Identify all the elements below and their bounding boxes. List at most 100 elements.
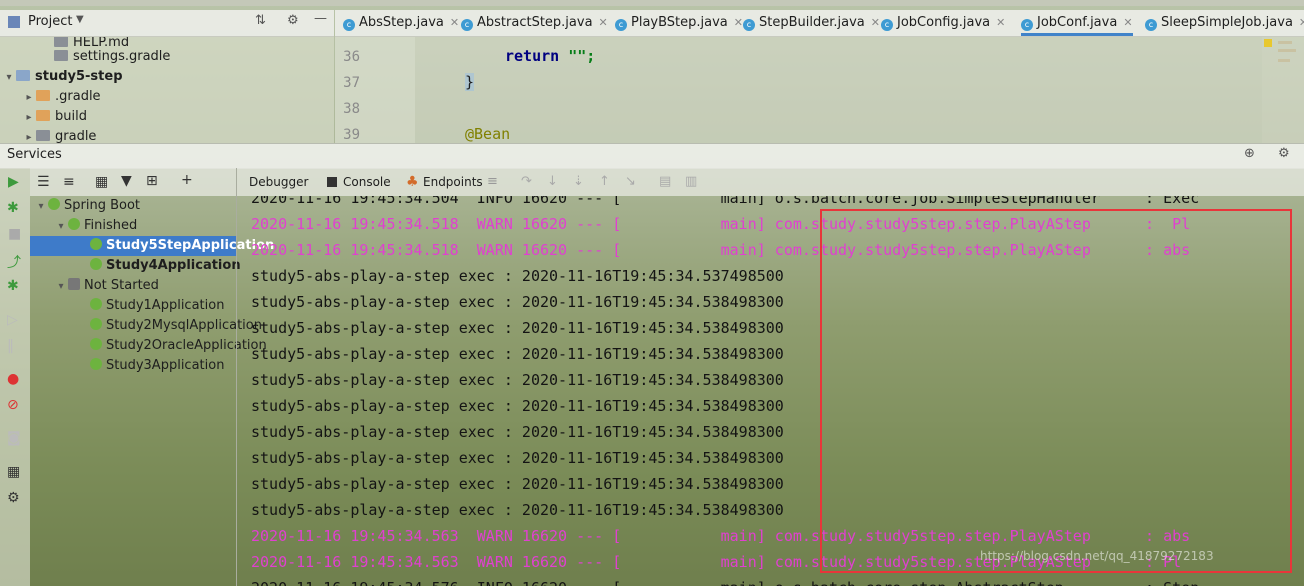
step-out-icon[interactable]: ↑ bbox=[599, 174, 610, 189]
project-panel-header: Project ▼ ⇅ ⚙ — bbox=[0, 10, 334, 37]
chevron-right-icon[interactable]: ▸ bbox=[22, 88, 36, 108]
error-stripe bbox=[1262, 37, 1304, 143]
line-number: 37 bbox=[343, 75, 360, 91]
tab-console[interactable]: Console bbox=[343, 168, 391, 196]
folder-icon bbox=[36, 130, 50, 141]
service-tree-item[interactable]: ▾ Finished bbox=[30, 216, 236, 236]
run-icon[interactable]: ▶ bbox=[8, 174, 19, 190]
service-tree-item[interactable]: Study4Application bbox=[30, 256, 241, 276]
chevron-right-icon[interactable]: ▸ bbox=[22, 128, 36, 143]
project-tree-label: study5-step bbox=[35, 69, 123, 84]
console-line: study5-abs-play-a-step exec : 2020-11-16… bbox=[251, 293, 784, 311]
service-tree-item[interactable]: Study1Application bbox=[30, 296, 236, 316]
group-by-icon[interactable]: ▦ bbox=[95, 174, 108, 190]
code-line[interactable]: } bbox=[465, 73, 475, 91]
services-toolbar: ☰ ≡ ▦ ▼ ⊞ + bbox=[30, 168, 236, 196]
editor-tab[interactable]: c JobConf.java ✕ bbox=[1021, 10, 1133, 36]
chevron-right-icon[interactable]: ▸ bbox=[22, 108, 36, 128]
service-tree-item[interactable]: Study5StepApplication bbox=[30, 236, 274, 256]
code-line[interactable]: return ""; bbox=[505, 47, 595, 65]
service-tree-item[interactable]: Study2OracleApplication bbox=[30, 336, 267, 356]
close-icon[interactable]: ✕ bbox=[734, 16, 743, 29]
editor-tab-label: SleepSimpleJob.java bbox=[1161, 15, 1293, 30]
service-tree-item[interactable]: ▾ Spring Boot bbox=[30, 196, 236, 216]
rerun-icon[interactable]: ⤴ bbox=[7, 252, 21, 272]
run-to-cursor-icon[interactable]: ↘ bbox=[625, 174, 636, 189]
editor-tab[interactable]: c SleepSimpleJob.java ✕ bbox=[1145, 10, 1304, 36]
chevron-down-icon[interactable]: ▼ bbox=[76, 14, 84, 25]
editor-tab[interactable]: c StepBuilder.java ✕ bbox=[743, 10, 880, 36]
pause-icon[interactable]: ‖ bbox=[7, 338, 14, 354]
camera-icon[interactable]: ◙ bbox=[7, 430, 21, 446]
rerun-debug-icon[interactable]: ✱ bbox=[7, 278, 19, 294]
console-line: study5-abs-play-a-step exec : 2020-11-16… bbox=[251, 345, 784, 363]
service-tree-label: Spring Boot bbox=[64, 198, 141, 213]
project-icon bbox=[8, 16, 20, 28]
collapse-icon[interactable]: ⇅ bbox=[255, 13, 266, 28]
minimize-icon[interactable]: — bbox=[314, 11, 327, 26]
collapse-all-icon[interactable]: ≡ bbox=[63, 174, 75, 190]
project-tree-item[interactable]: ▾ study5-step bbox=[2, 67, 123, 88]
new-tab-icon[interactable]: ⊞ bbox=[146, 173, 158, 189]
console-line: study5-abs-play-a-step exec : 2020-11-16… bbox=[251, 501, 784, 519]
close-icon[interactable]: ✕ bbox=[1299, 16, 1304, 29]
editor-tab-label: JobConfig.java bbox=[897, 15, 991, 30]
gear-icon[interactable]: ⚙ bbox=[287, 13, 299, 28]
editor-area[interactable]: 36 return ""; 37} 38 39 @Bean bbox=[343, 37, 1262, 143]
chevron-down-icon[interactable]: ▾ bbox=[54, 217, 68, 237]
tab-endpoints[interactable]: Endpoints bbox=[423, 168, 483, 196]
stop-icon[interactable]: ■ bbox=[8, 226, 21, 242]
chevron-down-icon[interactable]: ▾ bbox=[54, 277, 68, 297]
breakpoints-icon[interactable]: ● bbox=[7, 371, 19, 387]
spring-app-icon bbox=[90, 318, 102, 330]
gear-icon[interactable]: ⚙ bbox=[1278, 146, 1290, 161]
chevron-down-icon[interactable]: ▾ bbox=[34, 197, 48, 217]
editor-tab[interactable]: c JobConfig.java ✕ bbox=[881, 10, 1005, 36]
close-icon[interactable]: ✕ bbox=[996, 16, 1005, 29]
project-tree-item[interactable]: ▸ .gradle bbox=[22, 87, 100, 108]
project-tree-item[interactable]: ▸ build bbox=[22, 107, 86, 128]
evaluate-icon[interactable]: ▤ bbox=[659, 174, 671, 189]
force-step-into-icon[interactable]: ⇣ bbox=[573, 174, 584, 189]
wrench-icon bbox=[68, 278, 80, 290]
project-tree-item[interactable]: ▸ gradle bbox=[22, 127, 96, 143]
md-icon bbox=[54, 37, 68, 47]
mute-breakpoints-icon[interactable]: ⊘ bbox=[7, 397, 19, 413]
trace-icon[interactable]: ▥ bbox=[685, 174, 697, 189]
close-icon[interactable]: ✕ bbox=[450, 16, 459, 29]
layout-icon[interactable]: ▦ bbox=[7, 464, 20, 480]
editor-tab[interactable]: c AbstractStep.java ✕ bbox=[461, 10, 608, 36]
service-tree-item[interactable]: Study2MysqlApplication bbox=[30, 316, 262, 336]
close-icon[interactable]: ✕ bbox=[1123, 16, 1132, 29]
service-tree-item[interactable]: Study3Application bbox=[30, 356, 236, 376]
project-tree: HELP.md settings.gradle ▾ study5-step ▸ .grad… bbox=[0, 37, 334, 143]
settings-icon[interactable]: ⚙ bbox=[7, 490, 20, 506]
close-icon[interactable]: ✕ bbox=[599, 16, 608, 29]
service-tree-item[interactable]: ▾ Not Started bbox=[30, 276, 236, 296]
editor-tab[interactable]: c AbsStep.java ✕ bbox=[343, 10, 459, 36]
console-line: study5-abs-play-a-step exec : 2020-11-16… bbox=[251, 449, 784, 467]
project-title[interactable]: Project bbox=[28, 14, 72, 29]
target-icon[interactable]: ⊕ bbox=[1244, 146, 1255, 161]
project-tree-item[interactable]: settings.gradle bbox=[40, 47, 170, 67]
tab-debugger[interactable]: Debugger bbox=[249, 168, 308, 196]
line-number: 36 bbox=[343, 49, 360, 65]
warning-marker-icon[interactable] bbox=[1264, 39, 1272, 47]
step-into-icon[interactable]: ↓ bbox=[547, 174, 558, 189]
debug-icon[interactable]: ✱ bbox=[7, 200, 19, 216]
expand-all-icon[interactable]: ☰ bbox=[37, 174, 50, 190]
finished-icon bbox=[68, 218, 80, 230]
console-line: study5-abs-play-a-step exec : 2020-11-16… bbox=[251, 319, 784, 337]
filter-icon[interactable]: ▼ bbox=[121, 173, 132, 189]
menu-icon[interactable]: ≡ bbox=[487, 174, 498, 189]
step-over-icon[interactable]: ↷ bbox=[521, 174, 532, 189]
chevron-down-icon[interactable]: ▾ bbox=[2, 68, 16, 88]
editor-tab[interactable]: c PlayBStep.java ✕ bbox=[615, 10, 743, 36]
java-class-icon: c bbox=[1145, 19, 1157, 31]
close-icon[interactable]: ✕ bbox=[871, 16, 880, 29]
java-class-icon: c bbox=[881, 19, 893, 31]
code-line[interactable]: @Bean bbox=[465, 125, 510, 143]
add-service-icon[interactable]: + bbox=[181, 172, 193, 188]
console-line: 2020-11-16 19:45:34.576 INFO 16620 --- [… bbox=[251, 575, 1199, 586]
resume-icon[interactable]: ▷ bbox=[7, 312, 18, 328]
